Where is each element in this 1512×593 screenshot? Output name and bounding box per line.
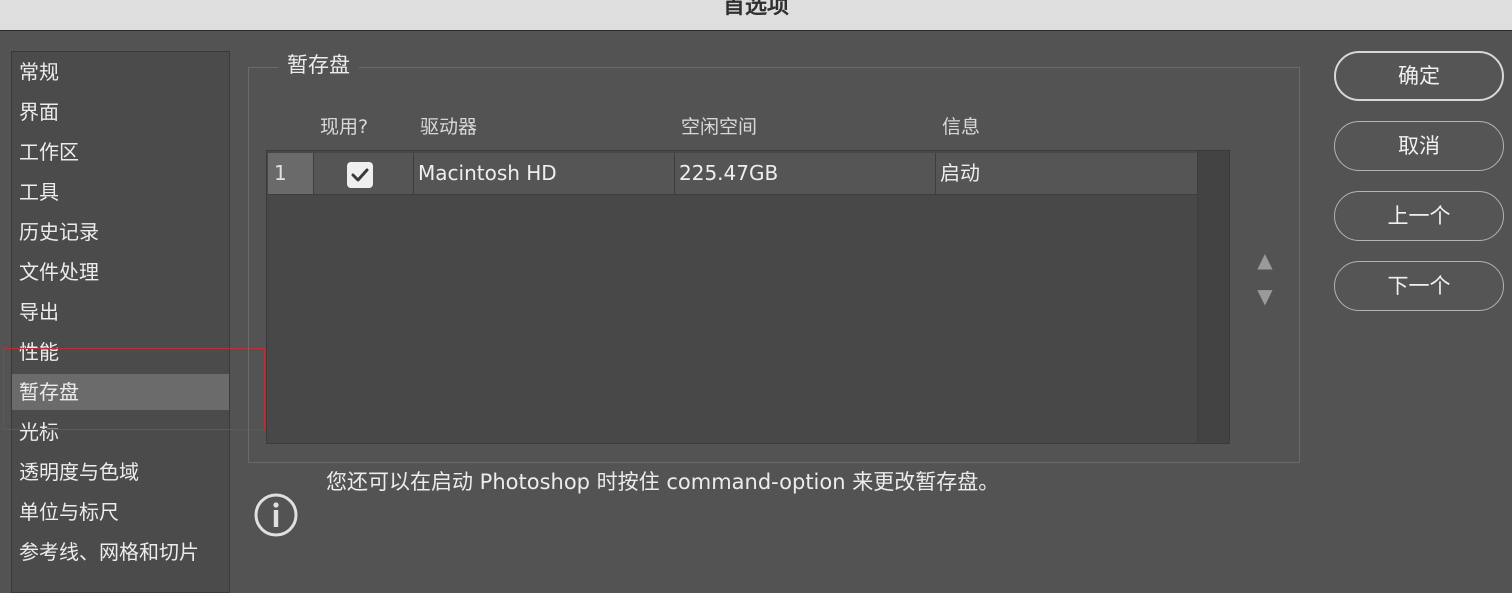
sidebar-item-units-rulers[interactable]: 单位与标尺 bbox=[12, 494, 229, 530]
window-titlebar: 首选项 bbox=[0, 0, 1512, 31]
sidebar-item-cursors[interactable]: 光标 bbox=[12, 414, 229, 450]
sidebar-item-scratch-disks[interactable]: 暂存盘 bbox=[12, 374, 229, 410]
preferences-category-list[interactable]: 常规 界面 工作区 工具 历史记录 文件处理 导出 性能 暂存盘 光标 透明度与… bbox=[11, 51, 230, 593]
cancel-button[interactable]: 取消 bbox=[1334, 121, 1504, 171]
next-button[interactable]: 下一个 bbox=[1334, 261, 1504, 311]
sidebar-item-general[interactable]: 常规 bbox=[12, 54, 229, 90]
window-title: 首选项 bbox=[722, 0, 789, 19]
scratch-disk-table[interactable]: 1 Macintosh HD 225.47GB 启动 bbox=[266, 150, 1230, 444]
sidebar-item-workspace[interactable]: 工作区 bbox=[12, 134, 229, 170]
group-legend: 暂存盘 bbox=[278, 50, 359, 80]
checkmark-icon bbox=[351, 168, 369, 182]
active-checkbox[interactable] bbox=[347, 162, 373, 188]
active-cell[interactable] bbox=[314, 153, 414, 195]
table-scrollbar[interactable] bbox=[1197, 151, 1229, 443]
previous-button[interactable]: 上一个 bbox=[1334, 191, 1504, 241]
ok-button[interactable]: 确定 bbox=[1334, 51, 1504, 101]
column-header-active: 现用? bbox=[320, 116, 369, 138]
column-header-free-space: 空闲空间 bbox=[681, 116, 758, 138]
column-header-info: 信息 bbox=[942, 116, 981, 138]
row-index: 1 bbox=[268, 153, 314, 195]
sidebar-item-guides-grid-slices[interactable]: 参考线、网格和切片 bbox=[12, 534, 229, 570]
scratch-disk-hint: 您还可以在启动 Photoshop 时按住 command-option 来更改… bbox=[326, 470, 1000, 494]
sidebar-item-performance[interactable]: 性能 bbox=[12, 334, 229, 370]
info-cell: 启动 bbox=[936, 153, 1198, 195]
sidebar-item-transparency-gamut[interactable]: 透明度与色域 bbox=[12, 454, 229, 490]
sidebar-item-history[interactable]: 历史记录 bbox=[12, 214, 229, 250]
free-space-cell: 225.47GB bbox=[675, 153, 936, 195]
column-header-drive: 驱动器 bbox=[420, 116, 478, 138]
table-row[interactable]: 1 Macintosh HD 225.47GB 启动 bbox=[268, 153, 1198, 195]
info-circle-icon bbox=[254, 493, 298, 537]
triangle-up-icon[interactable]: ▲ bbox=[1254, 250, 1276, 270]
drive-cell: Macintosh HD bbox=[414, 153, 675, 195]
triangle-down-icon[interactable]: ▼ bbox=[1254, 286, 1276, 306]
sidebar-item-export[interactable]: 导出 bbox=[12, 294, 229, 330]
sidebar-item-interface[interactable]: 界面 bbox=[12, 94, 229, 130]
sidebar-item-tools[interactable]: 工具 bbox=[12, 174, 229, 210]
sidebar-item-file-handling[interactable]: 文件处理 bbox=[12, 254, 229, 290]
